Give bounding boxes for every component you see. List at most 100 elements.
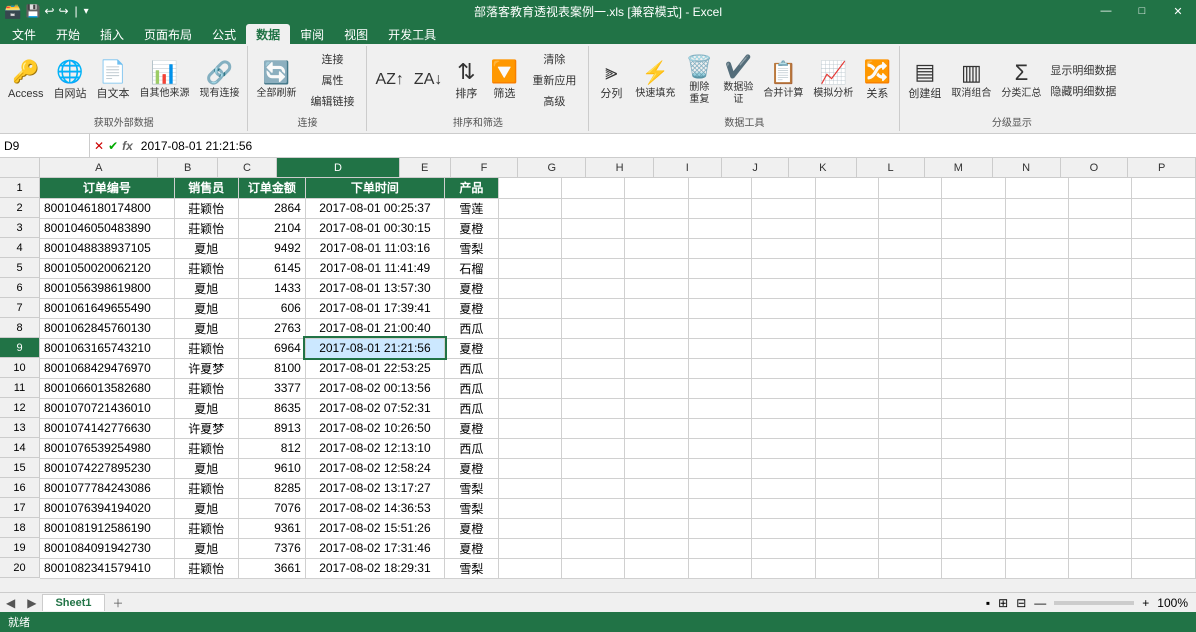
cell-k1[interactable] [815, 178, 878, 198]
btn-validate[interactable]: ✔️ 数据验证 [719, 50, 757, 110]
cell-r16-empty-4[interactable] [752, 478, 815, 498]
cell-r17-empty-9[interactable] [1069, 498, 1132, 518]
row-num-8[interactable]: 8 [0, 318, 40, 338]
btn-existing-conn[interactable]: 🔗 现有连接 [195, 50, 243, 110]
cell-r7-empty-8[interactable] [1005, 298, 1068, 318]
maximize-btn[interactable]: □ [1124, 0, 1160, 22]
cell-n1[interactable] [1005, 178, 1068, 198]
cell-r19-c1[interactable]: 8001084091942730 [40, 538, 174, 558]
cell-r18-empty-0[interactable] [498, 518, 561, 538]
btn-sort-az[interactable]: AZ↑ [371, 50, 407, 110]
cell-r18-empty-6[interactable] [878, 518, 941, 538]
cell-r6-c4[interactable]: 2017-08-01 13:57:30 [305, 278, 444, 298]
sheet-nav-left[interactable]: ◀ [0, 596, 21, 610]
cell-r3-c5[interactable]: 夏橙 [445, 218, 499, 238]
cell-r4-empty-4[interactable] [752, 238, 815, 258]
cell-r10-c1[interactable]: 8001068429476970 [40, 358, 174, 378]
cell-r7-c1[interactable]: 8001061649655490 [40, 298, 174, 318]
cell-p1[interactable] [1132, 178, 1196, 198]
cell-r3-empty-5[interactable] [815, 218, 878, 238]
cell-r17-c2[interactable]: 夏旭 [174, 498, 238, 518]
cell-r4-empty-8[interactable] [1005, 238, 1068, 258]
cell-r20-c4[interactable]: 2017-08-02 18:29:31 [305, 558, 444, 578]
cell-r9-empty-9[interactable] [1069, 338, 1132, 358]
cell-r14-empty-1[interactable] [562, 438, 625, 458]
cell-r8-empty-2[interactable] [625, 318, 688, 338]
cell-r12-c2[interactable]: 夏旭 [174, 398, 238, 418]
cell-r4-empty-10[interactable] [1132, 238, 1196, 258]
cell-r17-empty-4[interactable] [752, 498, 815, 518]
cell-r7-empty-5[interactable] [815, 298, 878, 318]
row-num-7[interactable]: 7 [0, 298, 40, 318]
cell-r13-empty-1[interactable] [562, 418, 625, 438]
col-header-E[interactable]: E [400, 158, 451, 178]
cell-r20-empty-3[interactable] [688, 558, 751, 578]
tab-file[interactable]: 文件 [2, 24, 46, 44]
cell-r18-c3[interactable]: 9361 [238, 518, 305, 538]
cell-r4-empty-3[interactable] [688, 238, 751, 258]
cell-r14-empty-9[interactable] [1069, 438, 1132, 458]
cell-r4-empty-5[interactable] [815, 238, 878, 258]
btn-other-sources[interactable]: 📊 自其他来源 [135, 50, 193, 110]
cell-r5-empty-2[interactable] [625, 258, 688, 278]
btn-group[interactable]: ▤ 创建组 [904, 50, 945, 110]
cell-r17-c4[interactable]: 2017-08-02 14:36:53 [305, 498, 444, 518]
cell-r9-c3[interactable]: 6964 [238, 338, 305, 358]
cell-r6-empty-10[interactable] [1132, 278, 1196, 298]
cell-r10-c2[interactable]: 许夏梦 [174, 358, 238, 378]
cell-r3-empty-3[interactable] [688, 218, 751, 238]
cell-r10-c4[interactable]: 2017-08-01 22:53:25 [305, 358, 444, 378]
btn-show-detail[interactable]: 显示明细数据 [1047, 60, 1119, 80]
cell-r2-empty-5[interactable] [815, 198, 878, 218]
cell-r13-c2[interactable]: 许夏梦 [174, 418, 238, 438]
btn-ungroup[interactable]: ▥ 取消组合 [947, 50, 995, 110]
col-header-H[interactable]: H [586, 158, 654, 178]
cell-r14-c3[interactable]: 812 [238, 438, 305, 458]
cell-r7-c3[interactable]: 606 [238, 298, 305, 318]
cell-r14-empty-0[interactable] [498, 438, 561, 458]
cell-r19-empty-6[interactable] [878, 538, 941, 558]
cell-r11-c4[interactable]: 2017-08-02 00:13:56 [305, 378, 444, 398]
cell-r5-c1[interactable]: 8001050020062120 [40, 258, 174, 278]
cell-r2-empty-3[interactable] [688, 198, 751, 218]
cell-r20-empty-1[interactable] [562, 558, 625, 578]
cell-r20-empty-8[interactable] [1005, 558, 1068, 578]
cell-r7-c4[interactable]: 2017-08-01 17:39:41 [305, 298, 444, 318]
btn-text-to-col[interactable]: ⫸ 分列 [593, 50, 629, 110]
header-salesperson[interactable]: 销售员 [174, 178, 238, 198]
cell-r10-empty-5[interactable] [815, 358, 878, 378]
cell-r15-empty-7[interactable] [942, 458, 1005, 478]
cell-r13-empty-2[interactable] [625, 418, 688, 438]
cell-r13-empty-0[interactable] [498, 418, 561, 438]
cell-r17-empty-0[interactable] [498, 498, 561, 518]
cell-r14-c1[interactable]: 8001076539254980 [40, 438, 174, 458]
cell-r12-empty-2[interactable] [625, 398, 688, 418]
cell-j1[interactable] [752, 178, 815, 198]
btn-reapply[interactable]: 重新应用 [524, 70, 584, 90]
cell-r9-c2[interactable]: 莊颖怡 [174, 338, 238, 358]
col-header-G[interactable]: G [518, 158, 586, 178]
cell-r4-empty-2[interactable] [625, 238, 688, 258]
cell-r10-empty-3[interactable] [688, 358, 751, 378]
cell-r8-c4[interactable]: 2017-08-01 21:00:40 [305, 318, 444, 338]
cell-r11-c2[interactable]: 莊颖怡 [174, 378, 238, 398]
cell-r16-empty-1[interactable] [562, 478, 625, 498]
cell-r12-c5[interactable]: 西瓜 [445, 398, 499, 418]
cell-r5-empty-1[interactable] [562, 258, 625, 278]
btn-web[interactable]: 🌐 自网站 [49, 50, 90, 110]
row-num-20[interactable]: 20 [0, 558, 40, 578]
cell-r8-empty-9[interactable] [1069, 318, 1132, 338]
cell-r13-empty-8[interactable] [1005, 418, 1068, 438]
row-num-4[interactable]: 4 [0, 238, 40, 258]
cell-r13-empty-6[interactable] [878, 418, 941, 438]
cell-r2-c3[interactable]: 2864 [238, 198, 305, 218]
col-header-A[interactable]: A [40, 158, 158, 178]
cell-r18-empty-2[interactable] [625, 518, 688, 538]
cell-r17-empty-1[interactable] [562, 498, 625, 518]
cell-r8-c1[interactable]: 8001062845760130 [40, 318, 174, 338]
btn-hide-detail[interactable]: 隐藏明细数据 [1047, 81, 1119, 101]
cell-r2-empty-8[interactable] [1005, 198, 1068, 218]
row-num-18[interactable]: 18 [0, 518, 40, 538]
btn-connections[interactable]: 连接 [302, 49, 362, 69]
cell-r13-empty-5[interactable] [815, 418, 878, 438]
